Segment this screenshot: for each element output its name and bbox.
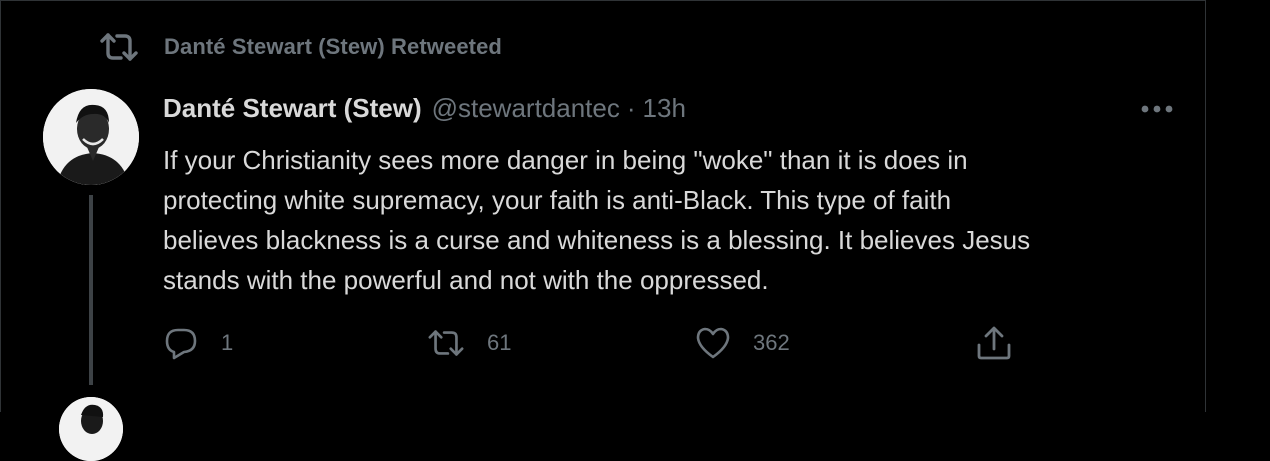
like-count: 362	[753, 330, 790, 355]
share-button[interactable]	[975, 323, 1013, 363]
tweet-text-line: If your Christianity sees more danger in…	[163, 145, 968, 175]
author-avatar[interactable]	[43, 89, 139, 185]
retweet-count: 61	[487, 330, 512, 355]
thread-connector-line	[89, 195, 93, 385]
avatar-photo	[43, 89, 139, 185]
timeline-column: Danté Stewart (Stew) Retweeted Danté Ste…	[0, 0, 1206, 461]
more-options-button[interactable]	[1139, 95, 1175, 123]
author-handle[interactable]: @stewartdantec	[432, 93, 620, 124]
share-icon	[977, 326, 1011, 360]
next-tweet-avatar[interactable]	[59, 397, 123, 461]
reply-icon	[165, 328, 197, 360]
retweet-banner[interactable]: Danté Stewart (Stew) Retweeted	[99, 31, 502, 63]
tweet-text-line: protecting white supremacy, your faith i…	[163, 185, 952, 215]
reply-count: 1	[221, 330, 234, 355]
tweet-header: Danté Stewart (Stew) @stewartdantec · 13…	[163, 93, 686, 124]
retweet-icon	[99, 31, 139, 63]
separator-dot: ·	[626, 93, 636, 123]
tweet-text-line: stands with the powerful and not with th…	[163, 265, 769, 295]
retweet-button[interactable]: 61	[427, 323, 511, 363]
author-name[interactable]: Danté Stewart (Stew)	[163, 93, 422, 124]
tweet-text: If your Christianity sees more danger in…	[163, 140, 1153, 300]
heart-icon	[696, 327, 730, 359]
retweet-icon	[428, 330, 464, 356]
more-icon	[1141, 105, 1173, 113]
tweet-actions-bar: 1 61 362	[163, 323, 1063, 363]
tweet-text-line: believes blackness is a curse and whiten…	[163, 225, 1031, 255]
reply-button[interactable]: 1	[163, 323, 233, 363]
like-button[interactable]: 362	[695, 323, 790, 363]
retweet-label: Danté Stewart (Stew) Retweeted	[164, 34, 502, 59]
tweet-timestamp[interactable]: 13h	[643, 93, 686, 124]
avatar-photo-next	[59, 397, 123, 461]
